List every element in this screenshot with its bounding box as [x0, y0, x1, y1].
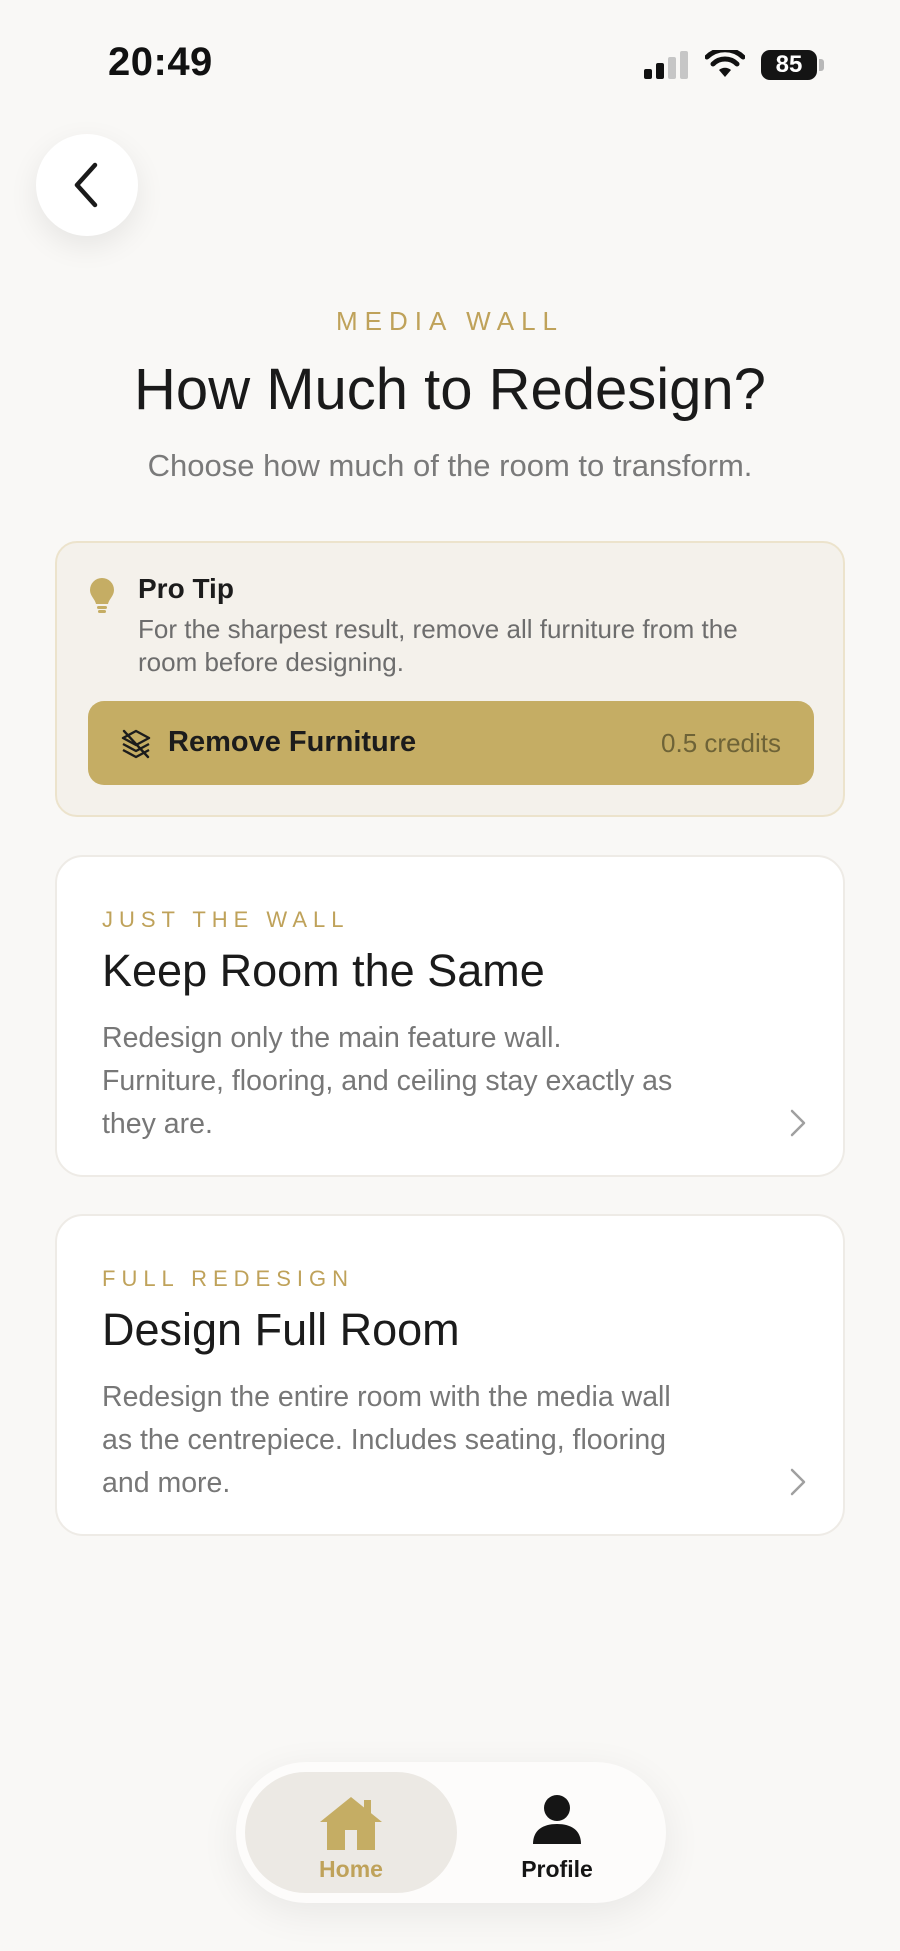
home-icon-wrap: [245, 1794, 457, 1852]
page-title: How Much to Redesign?: [134, 357, 766, 422]
page-subtitle: Choose how much of the room to transform…: [147, 448, 753, 483]
status-icons: 85: [643, 50, 824, 80]
home-icon: [320, 1797, 382, 1850]
option-title: Design Full Room: [102, 1304, 460, 1355]
option-eyebrow: JUST THE WALL: [102, 907, 350, 932]
option-card-full-room[interactable]: FULL REDESIGN Design Full Room Redesign …: [55, 1214, 845, 1536]
option-description: Redesign only the main feature wall. Fur…: [102, 1022, 673, 1140]
nav-home-tab[interactable]: Home: [245, 1772, 457, 1893]
section-eyebrow: MEDIA WALL: [336, 306, 564, 336]
remove-furniture-credits: 0.5 credits: [661, 728, 781, 758]
battery-cap: [819, 59, 824, 71]
option-description: Redesign the entire room with the media …: [102, 1381, 671, 1499]
nav-profile-label: Profile: [521, 1856, 593, 1882]
layers-off-icon: [121, 729, 151, 759]
lightbulb-icon: [90, 578, 114, 613]
bottom-nav: Home Profile: [236, 1762, 666, 1903]
option-title: Keep Room the Same: [102, 945, 545, 996]
nav-profile-tab[interactable]: Profile: [457, 1772, 657, 1893]
option-card-keep-room[interactable]: JUST THE WALL Keep Room the Same Redesig…: [55, 855, 845, 1177]
pro-tip-card: Pro Tip For the sharpest result, remove …: [55, 541, 845, 817]
chevron-right-icon: [790, 1468, 806, 1496]
remove-furniture-label: Remove Furniture: [168, 726, 417, 758]
status-time: 20:49: [108, 40, 213, 84]
wifi-icon: [705, 50, 745, 77]
person-icon: [533, 1795, 581, 1844]
nav-home-label: Home: [319, 1856, 383, 1882]
pro-tip-title: Pro Tip: [138, 573, 234, 604]
person-icon-wrap: [457, 1794, 657, 1846]
chevron-right-icon: [790, 1109, 806, 1137]
back-button[interactable]: [36, 134, 138, 236]
option-eyebrow: FULL REDESIGN: [102, 1266, 355, 1291]
pro-tip-text: For the sharpest result, remove all furn…: [138, 614, 738, 677]
signal-icon: [644, 51, 688, 79]
battery-indicator: 85: [761, 50, 817, 80]
chevron-left-icon: [74, 162, 98, 208]
remove-furniture-button[interactable]: Remove Furniture 0.5 credits: [88, 701, 814, 785]
